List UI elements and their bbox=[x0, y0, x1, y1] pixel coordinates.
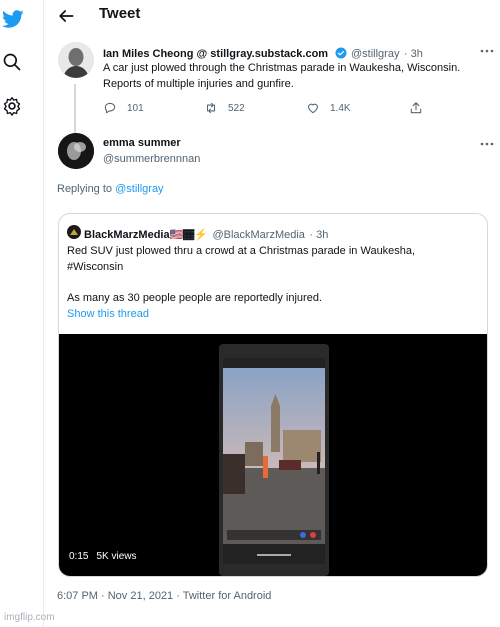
retweet-button[interactable]: 522 bbox=[204, 101, 245, 115]
video-frame bbox=[219, 344, 329, 576]
video-duration: 0:15 bbox=[69, 551, 89, 562]
more-options-icon[interactable] bbox=[480, 139, 494, 149]
main-column: Tweet Ian Miles Cheong @ stillgray.subst… bbox=[44, 0, 500, 627]
tweet1-time[interactable]: · 3h bbox=[404, 48, 423, 60]
back-arrow-icon[interactable] bbox=[56, 6, 76, 26]
reply-icon bbox=[104, 102, 116, 114]
twitter-bird-icon[interactable] bbox=[2, 8, 24, 30]
reply-button[interactable]: 101 bbox=[103, 101, 144, 115]
quote-time[interactable]: · 3h bbox=[309, 229, 328, 241]
video-stats: 0:15 5K views bbox=[69, 551, 136, 562]
tweet1-text-line1: A car just plowed through the Christmas … bbox=[103, 62, 461, 74]
tweet1-text: A car just plowed through the Christmas … bbox=[103, 60, 460, 92]
replying-to-handle[interactable]: @stillgray bbox=[115, 183, 163, 195]
like-button[interactable]: 1.4K bbox=[306, 101, 351, 115]
video-views: 5K views bbox=[96, 551, 137, 562]
heart-icon bbox=[308, 103, 318, 114]
quoted-tweet[interactable]: BlackMarzMedia🇺🇸🏾⚡ @BlackMarzMedia · 3h … bbox=[58, 213, 488, 577]
quote-text-line3: As many as 30 people people are reported… bbox=[67, 292, 322, 304]
avatar[interactable] bbox=[58, 42, 94, 78]
quote-author-name[interactable]: BlackMarzMedia🇺🇸🏾⚡ bbox=[84, 229, 208, 241]
header: Tweet bbox=[44, 0, 500, 34]
show-thread-link[interactable]: Show this thread bbox=[67, 308, 149, 320]
tweet1-author-name[interactable]: Ian Miles Cheong @ stillgray.substack.co… bbox=[103, 48, 328, 60]
tweet2-handle[interactable]: @summerbrennnan bbox=[103, 153, 200, 165]
sidebar bbox=[0, 0, 44, 627]
more-options-icon[interactable] bbox=[480, 46, 494, 56]
quote-header: BlackMarzMedia🇺🇸🏾⚡ @BlackMarzMedia · 3h bbox=[84, 225, 328, 243]
verified-badge-icon bbox=[335, 47, 347, 59]
thread-line bbox=[74, 84, 76, 134]
video-thumbnail bbox=[223, 358, 325, 564]
page-title: Tweet bbox=[99, 5, 141, 22]
quote-handle[interactable]: @BlackMarzMedia bbox=[212, 229, 304, 241]
settings-icon[interactable] bbox=[2, 96, 22, 116]
retweet-icon bbox=[206, 102, 216, 114]
quote-text-line1: Red SUV just plowed thru a crowd at a Ch… bbox=[67, 245, 416, 257]
quote-text-line2: #Wisconsin bbox=[67, 261, 124, 273]
quote-avatar[interactable] bbox=[67, 225, 81, 239]
replying-to: Replying to @stillgray bbox=[57, 183, 164, 195]
retweet-count: 522 bbox=[228, 102, 245, 114]
tweet2-author-name[interactable]: emma summer bbox=[103, 137, 181, 149]
share-icon[interactable] bbox=[409, 101, 423, 115]
reply-count: 101 bbox=[127, 102, 144, 114]
video-player[interactable]: 0:15 5K views bbox=[59, 334, 487, 576]
tweet-timestamp[interactable]: 6:07 PM · Nov 21, 2021 · Twitter for And… bbox=[57, 590, 271, 602]
avatar[interactable] bbox=[58, 133, 94, 169]
like-count: 1.4K bbox=[330, 102, 351, 114]
tweet1-text-line2: Reports of multiple injuries and gunfire… bbox=[103, 78, 294, 90]
imgflip-watermark: imgflip.com bbox=[4, 612, 55, 623]
replying-to-label: Replying to bbox=[57, 183, 113, 195]
quote-text: Red SUV just plowed thru a crowd at a Ch… bbox=[67, 243, 415, 275]
search-icon[interactable] bbox=[2, 52, 22, 72]
tweet1-handle[interactable]: @stillgray bbox=[351, 48, 399, 60]
